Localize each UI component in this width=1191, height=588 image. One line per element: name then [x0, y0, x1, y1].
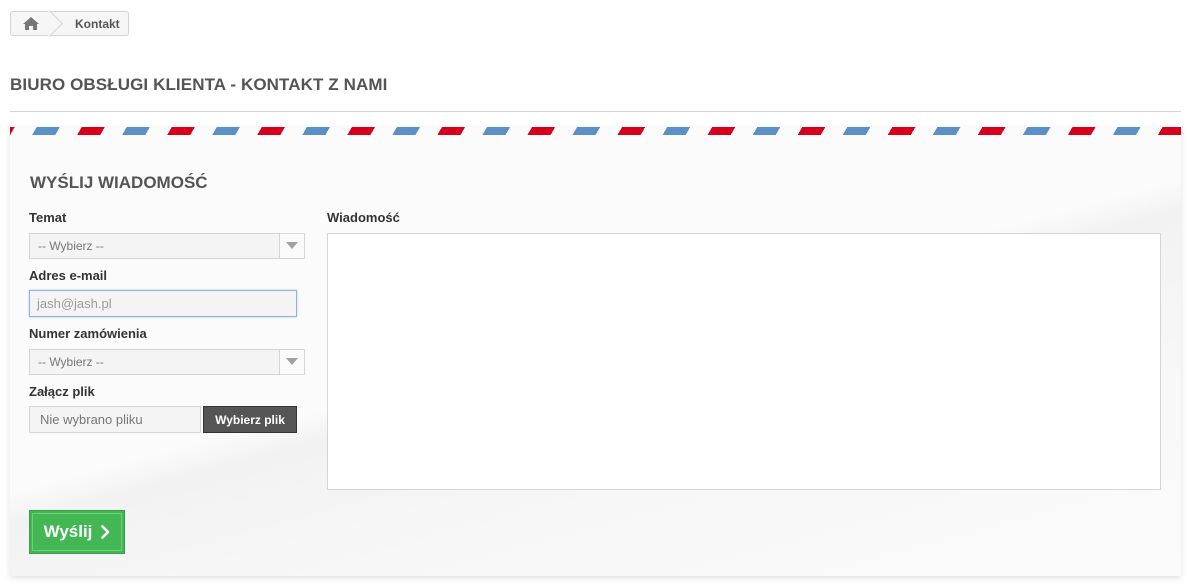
email-field-value: jash@jash.pl [37, 296, 112, 311]
order-number-select-value: -- Wybierz -- [38, 355, 104, 369]
airmail-stripe-border [10, 127, 1181, 135]
subject-select[interactable]: -- Wybierz -- [29, 233, 305, 259]
email-field[interactable]: jash@jash.pl [29, 290, 297, 317]
contact-form-card: WYŚLIJ WIADOMOŚĆ Temat -- Wybierz -- Adr… [10, 127, 1181, 576]
send-button-label: Wyślij [43, 522, 93, 541]
breadcrumb-current: Kontakt [75, 16, 120, 31]
send-button[interactable]: Wyślij [29, 510, 125, 554]
form-title: WYŚLIJ WIADOMOŚĆ [30, 173, 208, 192]
email-label: Adres e-mail [29, 268, 108, 283]
subject-select-value: -- Wybierz -- [38, 239, 104, 253]
order-number-label: Numer zamówienia [29, 326, 147, 341]
chevron-down-icon [279, 234, 304, 258]
message-textarea[interactable] [327, 233, 1161, 490]
attachment-label: Załącz plik [29, 384, 95, 399]
heading-divider [10, 111, 1181, 112]
subject-label: Temat [29, 210, 67, 225]
order-number-select[interactable]: -- Wybierz -- [29, 349, 305, 375]
page-title: BIURO OBSŁUGI KLIENTA - KONTAKT Z NAMI [10, 75, 388, 94]
breadcrumb: Kontakt [10, 11, 129, 36]
attachment-filename: Nie wybrano pliku [29, 406, 201, 433]
message-label: Wiadomość [327, 210, 400, 225]
home-icon [23, 17, 39, 30]
breadcrumb-home-link[interactable] [11, 12, 51, 35]
choose-file-button[interactable]: Wybierz plik [203, 406, 297, 433]
chevron-down-icon [279, 350, 304, 374]
chevron-right-icon [101, 525, 110, 539]
